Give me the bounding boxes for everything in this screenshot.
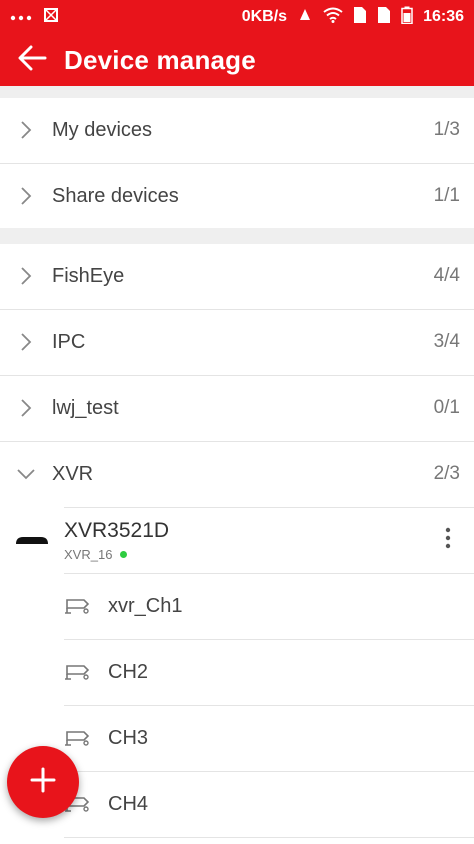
group-row-ipc[interactable]: IPC 3/4 <box>0 310 474 374</box>
group-count: 0/1 <box>433 397 460 418</box>
more-dots-icon <box>10 8 32 26</box>
clock: 16:36 <box>423 8 464 25</box>
battery-icon <box>401 6 413 29</box>
sim2-icon <box>377 6 391 29</box>
device-subtitle: XVR_16 <box>64 546 113 562</box>
my-devices-row[interactable]: My devices 1/3 <box>0 98 474 162</box>
page-title: Device manage <box>64 44 256 75</box>
notification-icon <box>297 7 313 28</box>
camera-icon <box>64 728 108 748</box>
channel-label: xvr_Ch1 <box>108 594 183 617</box>
device-name: XVR3521D <box>64 518 170 542</box>
more-vert-button[interactable] <box>422 527 474 554</box>
channel-row[interactable]: xvr_Ch1 <box>64 574 474 638</box>
group-count: 3/4 <box>433 331 460 352</box>
channel-label: CH2 <box>108 660 149 683</box>
add-device-button[interactable] <box>7 746 79 818</box>
chevron-down-icon <box>0 468 52 480</box>
device-row[interactable]: XVR3521D XVR_16 <box>0 507 474 573</box>
channel-label: CH4 <box>108 792 149 815</box>
back-arrow-icon <box>17 45 47 76</box>
group-row-lwj-test[interactable]: lwj_test 0/1 <box>0 376 474 440</box>
back-button[interactable] <box>0 34 64 86</box>
share-devices-count: 1/1 <box>433 185 460 206</box>
section-gap <box>0 86 474 98</box>
status-bar: 0KB/s 16:36 <box>0 0 474 34</box>
group-label: IPC <box>52 330 86 353</box>
share-devices-label: Share devices <box>52 184 179 207</box>
chevron-right-icon <box>0 332 52 352</box>
plus-icon <box>29 766 57 799</box>
more-vert-icon <box>445 527 451 554</box>
channel-label: CH3 <box>108 726 149 749</box>
app-bar: Device manage <box>0 34 474 86</box>
channel-row[interactable]: CH4 <box>64 772 474 836</box>
group-label: FishEye <box>52 264 125 287</box>
online-status-dot <box>120 550 128 558</box>
net-speed: 0KB/s <box>241 8 288 25</box>
chevron-right-icon <box>0 266 52 286</box>
bug-icon <box>42 6 60 29</box>
channel-row[interactable]: CH3 <box>64 706 474 770</box>
group-count: 2/3 <box>433 463 460 484</box>
camera-icon <box>64 662 108 682</box>
divider <box>64 837 474 838</box>
section-gap <box>0 228 474 244</box>
group-row-fisheye[interactable]: FishEye 4/4 <box>0 244 474 308</box>
group-row-xvr[interactable]: XVR 2/3 <box>0 442 474 506</box>
channel-row[interactable]: CH2 <box>64 640 474 704</box>
my-devices-count: 1/3 <box>433 119 460 140</box>
my-devices-label: My devices <box>52 118 153 141</box>
group-count: 4/4 <box>433 265 460 286</box>
chevron-right-icon <box>0 186 52 206</box>
sim-icon <box>353 6 367 29</box>
chevron-right-icon <box>0 120 52 140</box>
camera-icon <box>64 596 108 616</box>
wifi-icon <box>323 7 343 28</box>
chevron-right-icon <box>0 398 52 418</box>
group-label: lwj_test <box>52 396 119 419</box>
share-devices-row[interactable]: Share devices 1/1 <box>0 164 474 228</box>
group-label: XVR <box>52 462 94 485</box>
xvr-device-icon <box>0 535 64 545</box>
